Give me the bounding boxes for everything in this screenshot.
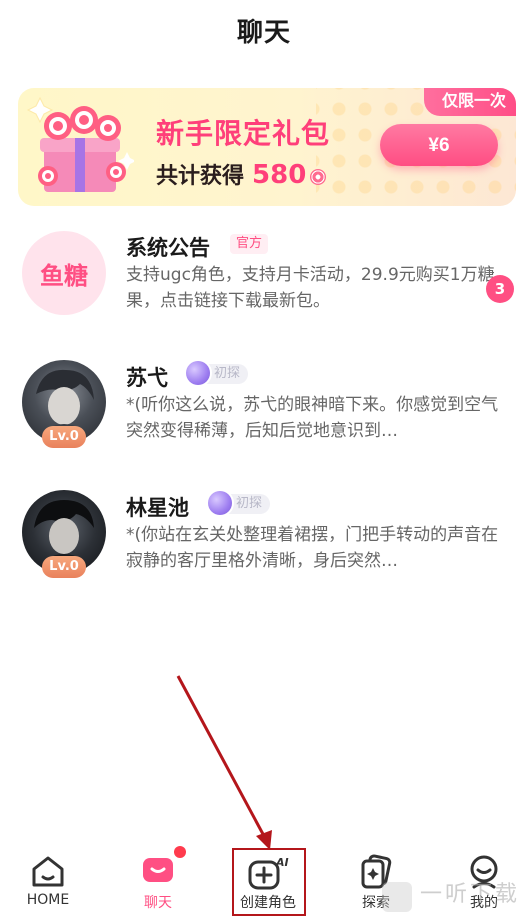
gift-box-icon <box>26 96 134 192</box>
notification-dot <box>174 846 186 858</box>
limited-once-badge: 仅限一次 <box>423 88 516 116</box>
watermark-logo <box>382 882 412 912</box>
banner-subtitle: 共计获得 580 <box>156 158 327 190</box>
highlight-box <box>232 848 306 916</box>
nav-label: 聊天 <box>144 895 172 911</box>
chat-list-item-suyi[interactable] <box>0 352 528 452</box>
watermark-text: 一听下载 <box>420 882 521 907</box>
candy-icon <box>310 169 327 185</box>
buy-gift-button[interactable]: ¥6 <box>380 124 498 166</box>
chat-list-item-system[interactable] <box>0 226 528 326</box>
nav-label: HOME <box>26 892 70 908</box>
chat-list-item-linxingchi[interactable] <box>0 482 528 582</box>
page-title: 聊天 <box>236 18 291 48</box>
home-icon <box>32 856 64 887</box>
banner-subtitle-amount: 580 <box>252 160 307 190</box>
banner-title: 新手限定礼包 <box>156 117 331 150</box>
nav-home[interactable]: HOME <box>8 852 88 916</box>
chat-icon <box>143 858 173 882</box>
banner-subtitle-prefix: 共计获得 <box>156 164 245 189</box>
nav-chat[interactable]: 聊天 <box>118 852 198 916</box>
